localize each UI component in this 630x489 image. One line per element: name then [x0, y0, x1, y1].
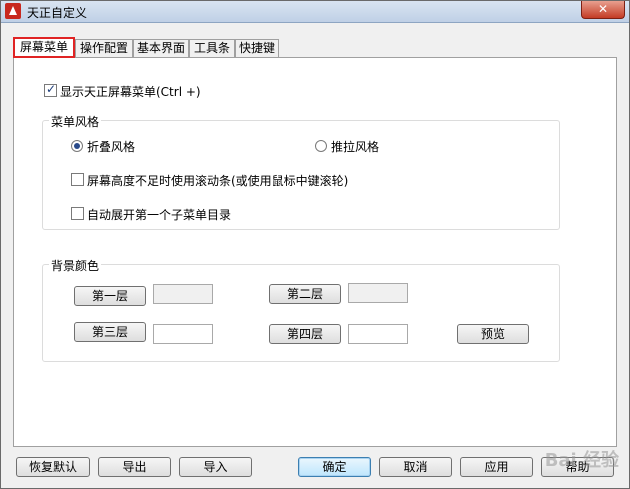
scrollbar-checkbox[interactable]	[71, 173, 84, 186]
push-pull-style-label: 推拉风格	[331, 140, 380, 154]
layer3-button[interactable]: 第三层	[74, 322, 146, 342]
tab-shortcut-keys[interactable]: 快捷键	[235, 39, 279, 57]
tab-panel: 显示天正屏幕菜单(Ctrl +) 菜单风格 折叠风格 推拉风格 屏幕高度不足时使…	[13, 57, 617, 447]
app-logo-icon	[5, 3, 21, 19]
layer2-button[interactable]: 第二层	[269, 284, 341, 304]
bg-color-group: 背景颜色 第一层 第二层 第三层 第四层 预览	[42, 257, 560, 362]
close-button[interactable]: ✕	[581, 1, 625, 19]
fold-style-label: 折叠风格	[87, 140, 136, 154]
layer2-color-swatch[interactable]	[348, 283, 408, 303]
layer1-button[interactable]: 第一层	[74, 286, 146, 306]
menu-style-group: 菜单风格 折叠风格 推拉风格 屏幕高度不足时使用滚动条(或使用鼠标中键滚轮) 自…	[42, 113, 560, 230]
bg-color-title: 背景颜色	[49, 257, 102, 274]
watermark: Bai 经验	[544, 450, 619, 471]
apply-button[interactable]: 应用	[460, 457, 533, 477]
tab-toolbar[interactable]: 工具条	[189, 39, 235, 57]
show-menu-checkbox[interactable]	[44, 82, 57, 97]
ok-button[interactable]: 确定	[298, 457, 371, 477]
cancel-button[interactable]: 取消	[379, 457, 452, 477]
fold-style-radio[interactable]	[71, 140, 83, 152]
import-button[interactable]: 导入	[179, 457, 252, 477]
title-bar[interactable]: 天正自定义 ✕	[1, 1, 629, 23]
push-pull-style-radio[interactable]	[315, 140, 327, 152]
layer1-color-swatch[interactable]	[153, 284, 213, 304]
auto-expand-label: 自动展开第一个子菜单目录	[87, 208, 232, 222]
tab-operation-config[interactable]: 操作配置	[75, 39, 133, 57]
dialog-window: 天正自定义 ✕ 屏幕菜单 操作配置 基本界面 工具条 快捷键 显示天正屏幕菜单(…	[0, 0, 630, 489]
layer4-color-swatch[interactable]	[348, 324, 408, 344]
auto-expand-checkbox[interactable]	[71, 207, 84, 220]
restore-defaults-button[interactable]: 恢复默认	[16, 457, 90, 477]
preview-button[interactable]: 预览	[457, 324, 529, 344]
scrollbar-label: 屏幕高度不足时使用滚动条(或使用鼠标中键滚轮)	[87, 174, 349, 188]
layer3-color-swatch[interactable]	[153, 324, 213, 344]
menu-style-title: 菜单风格	[49, 113, 102, 130]
tab-basic-ui[interactable]: 基本界面	[133, 39, 189, 57]
window-title: 天正自定义	[27, 6, 88, 20]
layer4-button[interactable]: 第四层	[269, 324, 341, 344]
show-menu-label: 显示天正屏幕菜单(Ctrl +)	[60, 85, 201, 99]
export-button[interactable]: 导出	[98, 457, 171, 477]
tab-screen-menu[interactable]: 屏幕菜单	[13, 37, 75, 58]
